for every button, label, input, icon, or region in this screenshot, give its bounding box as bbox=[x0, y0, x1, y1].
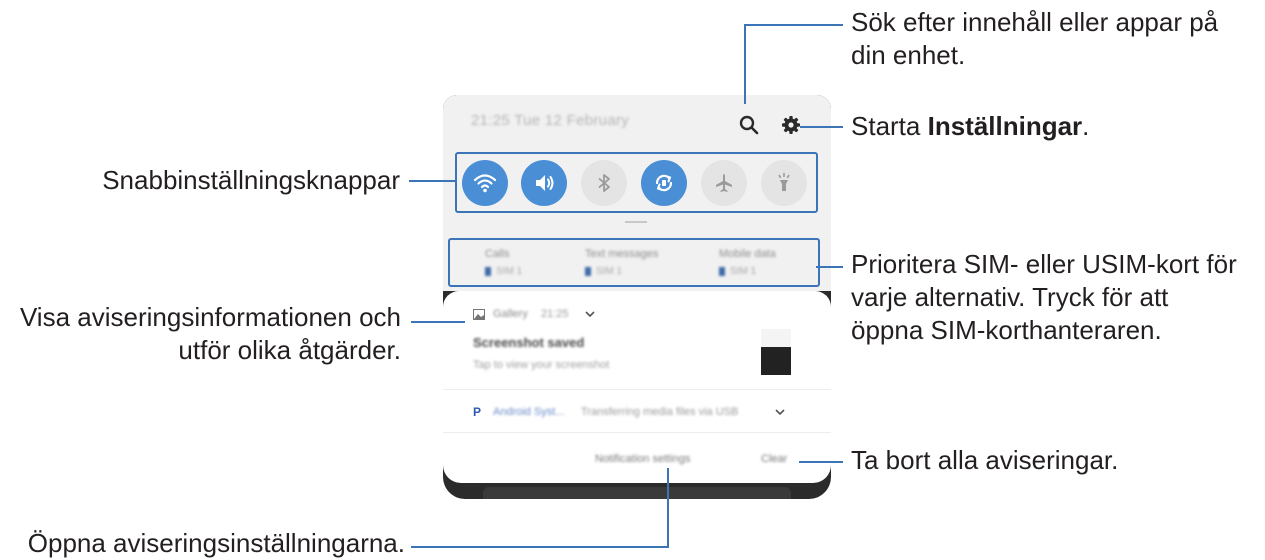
search-callout: Sök efter innehåll eller appar på din en… bbox=[851, 7, 1219, 70]
sim-callout-line bbox=[816, 266, 843, 268]
notification-title: Screenshot saved bbox=[473, 335, 585, 350]
quick-settings-callout-line bbox=[409, 180, 455, 182]
notification-settings-button[interactable]: Notification settings bbox=[595, 453, 690, 465]
sim-callout: Prioritera SIM- eller USIM-kort för varj… bbox=[851, 249, 1237, 345]
clear-callout-line bbox=[799, 461, 843, 463]
clear-callout: Ta bort alla aviseringar. bbox=[851, 445, 1119, 475]
search-icon[interactable] bbox=[738, 114, 760, 136]
notification-text-2: Transferring media files via USB bbox=[581, 406, 739, 418]
settings-callout-line bbox=[800, 126, 843, 128]
notif-settings-callout-line bbox=[667, 468, 669, 548]
settings-callout: Starta Inställningar. bbox=[851, 111, 1090, 141]
quick-settings-callout: Snabbinställningsknappar bbox=[102, 165, 400, 195]
screenshot-thumbnail bbox=[761, 329, 791, 377]
sim-priority-highlight bbox=[448, 238, 820, 287]
gallery-icon bbox=[473, 309, 485, 320]
clear-button[interactable]: Clear bbox=[761, 453, 787, 465]
notif-settings-callout-line-h bbox=[411, 546, 669, 548]
notification-time: 21:25 bbox=[541, 308, 569, 320]
navigation-bar bbox=[483, 487, 791, 499]
notification-app-2: Android Syst... bbox=[493, 406, 565, 418]
notification-panel: Gallery 21:25 Screenshot saved Tap to vi… bbox=[443, 291, 831, 483]
android-system-icon: P bbox=[473, 405, 482, 419]
quick-settings-highlight bbox=[455, 152, 818, 213]
notification-body: Tap to view your screenshot bbox=[473, 359, 610, 371]
search-callout-line bbox=[744, 24, 746, 104]
notification-callout-line bbox=[411, 321, 465, 323]
gear-icon[interactable] bbox=[780, 114, 802, 136]
status-time: 21:25 Tue 12 February bbox=[471, 112, 630, 129]
search-callout-line-h bbox=[744, 24, 843, 26]
panel-drag-handle[interactable] bbox=[625, 221, 647, 223]
notification-app: Gallery bbox=[493, 308, 528, 320]
chevron-down-icon-2[interactable] bbox=[775, 408, 785, 416]
chevron-down-icon[interactable] bbox=[585, 310, 595, 318]
notif-settings-callout: Öppna aviseringsinställningarna. bbox=[27, 528, 405, 558]
notification-callout: Visa aviseringsinformationen och utför o… bbox=[19, 302, 401, 365]
